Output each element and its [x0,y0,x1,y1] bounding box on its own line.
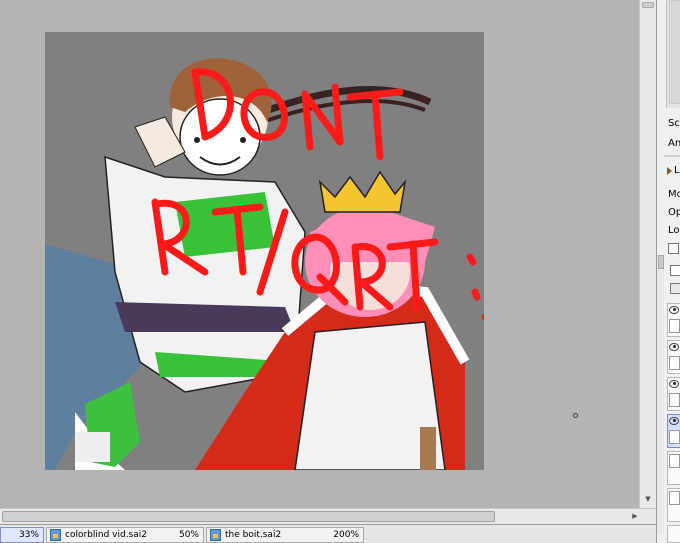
canvas-viewport[interactable] [0,0,639,508]
doc-tab-name: the boit.sai2 [225,530,282,540]
right-dock-panel: Sca Ang L Mo Op Loc [656,0,680,543]
doc-tab-the-boit[interactable]: the boit.sai2 200% [206,527,364,543]
brush-cursor [573,413,578,418]
navigator-preview[interactable] [666,0,680,108]
sai-file-icon [210,529,221,541]
layer-thumbnail [669,430,680,444]
doc-tab-zoom: 50% [178,530,199,540]
preserve-opacity-checkbox[interactable] [668,243,679,254]
layer-thumbnail [669,319,680,333]
layer-thumbnail [669,393,680,407]
artwork-canvas[interactable] [45,32,484,470]
lock-label: Loc [668,225,680,236]
navigator-frame [669,0,680,104]
doc-tab-zoom: 33% [18,530,39,540]
layer-thumbnail [669,491,680,505]
horizontal-scroll-thumb[interactable] [2,511,495,522]
doc-tab-colorblind-vid[interactable]: colorblind vid.sai2 50% [46,527,204,543]
layer-row[interactable] [667,377,680,411]
visibility-eye-icon[interactable] [669,380,679,388]
layer-thumbnail [669,454,680,468]
opacity-label: Op [668,207,680,218]
layer-section-label: L [674,165,680,176]
panel-divider[interactable] [664,155,680,157]
layer-row-selected[interactable] [667,414,680,448]
layer-thumbnail [669,356,680,370]
vertical-scroll-thumb[interactable] [642,2,654,8]
scroll-down-arrow-icon[interactable]: ▼ [642,493,654,505]
artwork-illustration [45,32,484,470]
layer-list-scroll-thumb[interactable] [658,255,664,269]
layer-section-expand-icon[interactable] [667,167,672,175]
vertical-scrollbar[interactable]: ▼ [639,0,656,508]
visibility-eye-icon[interactable] [669,306,679,314]
layer-folder-button[interactable] [670,283,680,294]
scale-label: Sca [668,118,680,129]
doc-tab-current[interactable]: 33% [0,527,44,543]
doc-tab-name: colorblind vid.sai2 [65,530,147,540]
blend-mode-label: Mo [668,189,680,200]
new-layer-button[interactable] [670,265,680,276]
horizontal-scrollbar[interactable]: ▶ [0,508,656,524]
layer-list-scrollbar[interactable] [657,255,664,535]
visibility-eye-icon[interactable] [669,343,679,351]
layer-row[interactable] [667,340,680,374]
layer-row[interactable] [667,303,680,337]
angle-label: Ang [668,138,680,149]
scroll-right-arrow-icon[interactable]: ▶ [630,511,640,522]
sai-file-icon [50,529,61,541]
layer-row[interactable] [667,451,680,485]
visibility-eye-icon[interactable] [669,417,679,425]
layer-row[interactable] [667,525,680,543]
document-tab-bar: 33% colorblind vid.sai2 50% the boit.sai… [0,524,656,543]
layer-row[interactable] [667,488,680,522]
doc-tab-zoom: 200% [333,530,359,540]
